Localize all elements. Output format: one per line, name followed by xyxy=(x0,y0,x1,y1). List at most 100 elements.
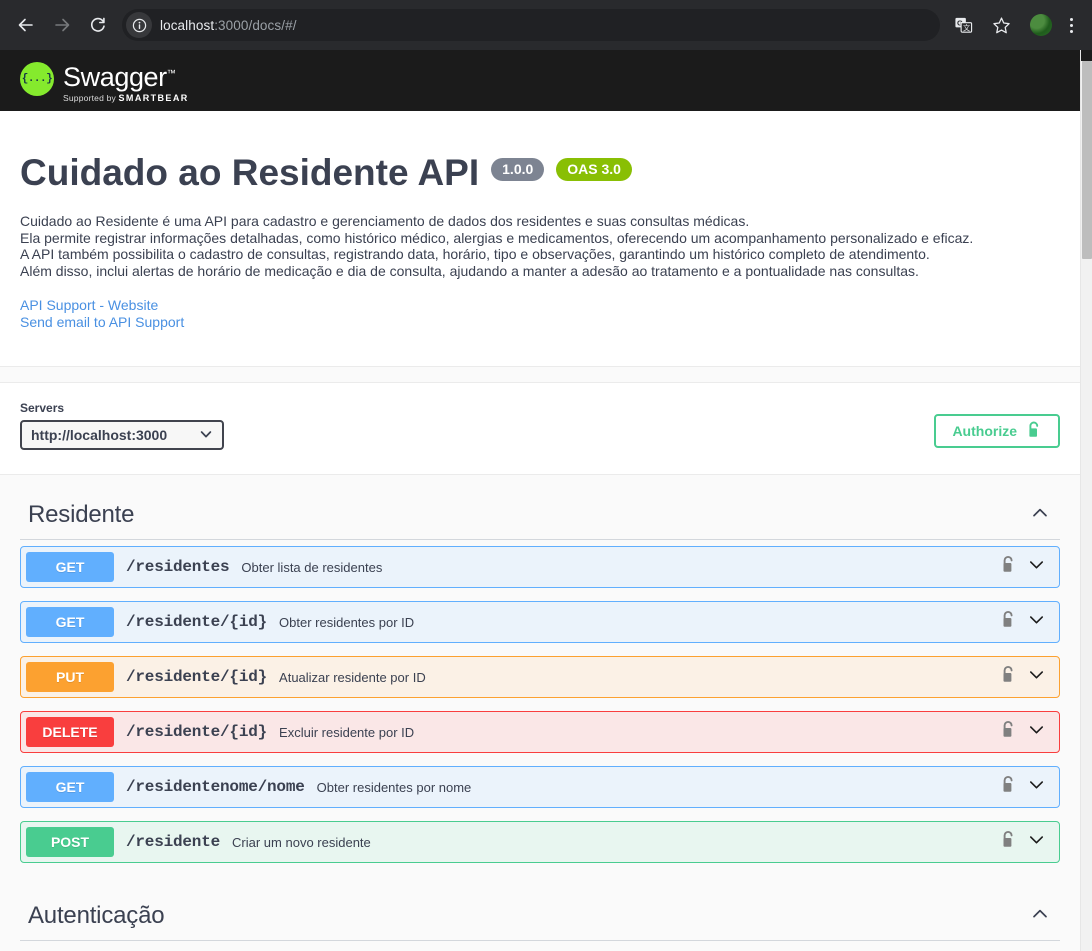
authorize-button[interactable]: Authorize xyxy=(934,414,1060,448)
version-badge: 1.0.0 xyxy=(491,157,545,181)
servers-and-auth-block: Servers http://localhost:3000 Authorize xyxy=(0,383,1080,475)
operation-row[interactable]: GET /residentenome/nome Obter residentes… xyxy=(20,766,1060,808)
operation-path: /residente/{id} xyxy=(126,613,268,631)
unlocked-padlock-icon[interactable] xyxy=(1000,775,1017,799)
operation-row-controls xyxy=(1000,665,1050,689)
chevron-down-icon[interactable] xyxy=(1027,775,1046,799)
api-description: Cuidado ao Residente é uma API para cada… xyxy=(20,213,1060,279)
tag-header-residente[interactable]: Residente xyxy=(20,491,1060,540)
api-description-line: Cuidado ao Residente é uma API para cada… xyxy=(20,213,750,229)
chevron-down-icon[interactable] xyxy=(1027,610,1046,634)
url-path: :3000/docs/#/ xyxy=(214,17,297,33)
operation-row-controls xyxy=(1000,610,1050,634)
page-viewport: {...} Swagger™ Supported by SMARTBEAR Cu… xyxy=(0,50,1092,951)
translate-icon[interactable]: G 文 xyxy=(948,10,978,40)
swagger-braces-icon: {...} xyxy=(20,61,54,96)
operation-row-controls xyxy=(1000,720,1050,744)
section-divider-band xyxy=(0,366,1080,383)
swagger-logo-glyph: {...} xyxy=(21,72,53,85)
api-support-email-link[interactable]: Send email to API Support xyxy=(20,314,1060,331)
api-contact-links: API Support - Website Send email to API … xyxy=(20,297,1060,330)
chevron-down-icon xyxy=(199,427,213,444)
tag-header-autenticacao[interactable]: Autenticação xyxy=(20,892,1060,941)
server-select-value: http://localhost:3000 xyxy=(31,427,168,443)
forward-button[interactable] xyxy=(47,10,77,40)
swagger-wordmark-text: Swagger xyxy=(63,61,167,92)
operation-path: /residente/{id} xyxy=(126,668,268,686)
chevron-down-icon[interactable] xyxy=(1027,665,1046,689)
operations-list-residente: GET /residentes Obter lista de residente… xyxy=(20,540,1060,863)
avatar[interactable] xyxy=(1030,14,1052,36)
info-circle-icon[interactable] xyxy=(126,12,152,38)
operation-method-badge: GET xyxy=(26,552,114,582)
operation-row[interactable]: PUT /residente/{id} Atualizar residente … xyxy=(20,656,1060,698)
browser-action-icons: G 文 xyxy=(944,10,1084,40)
star-icon[interactable] xyxy=(986,10,1016,40)
scrollbar-thumb[interactable] xyxy=(1082,61,1092,259)
operation-summary: Criar um novo residente xyxy=(232,834,371,850)
operation-path: /residentenome/nome xyxy=(126,778,305,796)
operation-method-badge: POST xyxy=(26,827,114,857)
swagger-ui-page: {...} Swagger™ Supported by SMARTBEAR Cu… xyxy=(0,50,1080,951)
api-description-line: A API também possibilita o cadastro de c… xyxy=(20,246,930,262)
address-bar-text: localhost:3000/docs/#/ xyxy=(160,18,297,33)
authorize-button-label: Authorize xyxy=(952,423,1017,439)
chevron-down-icon[interactable] xyxy=(1027,830,1046,854)
smartbear-brand: SMARTBEAR xyxy=(118,92,189,103)
tag-name-residente: Residente xyxy=(28,501,135,528)
server-select[interactable]: http://localhost:3000 xyxy=(20,420,224,450)
operation-row[interactable]: DELETE /residente/{id} Excluir residente… xyxy=(20,711,1060,753)
operation-row-controls xyxy=(1000,555,1050,579)
operation-summary: Obter residentes por ID xyxy=(279,614,415,630)
operation-row[interactable]: GET /residentes Obter lista de residente… xyxy=(20,546,1060,588)
operation-summary: Obter residentes por nome xyxy=(316,779,472,795)
swagger-logo[interactable]: {...} Swagger™ Supported by SMARTBEAR xyxy=(20,59,189,103)
operation-row-controls xyxy=(1000,775,1050,799)
swagger-topbar: {...} Swagger™ Supported by SMARTBEAR xyxy=(0,50,1080,111)
operation-row-controls xyxy=(1000,830,1050,854)
servers-group: Servers http://localhost:3000 xyxy=(20,401,224,450)
unlocked-padlock-icon xyxy=(1026,421,1042,442)
operation-path: /residentes xyxy=(126,558,230,576)
unlocked-padlock-icon[interactable] xyxy=(1000,610,1017,634)
operation-path: /residente xyxy=(126,833,221,851)
svg-text:文: 文 xyxy=(963,23,970,32)
servers-label: Servers xyxy=(20,401,65,415)
oas-badge: OAS 3.0 xyxy=(556,157,632,181)
operation-method-badge: GET xyxy=(26,772,114,802)
page-scrollbar[interactable] xyxy=(1080,50,1092,951)
api-description-line: Além disso, inclui alertas de horário de… xyxy=(20,262,919,279)
back-button[interactable] xyxy=(11,10,41,40)
kebab-menu-icon[interactable] xyxy=(1060,14,1082,36)
operation-summary: Excluir residente por ID xyxy=(279,724,415,740)
operation-row[interactable]: POST /residente Criar um novo residente xyxy=(20,821,1060,863)
tag-name-autenticacao: Autenticação xyxy=(28,902,165,929)
authorize-group: Authorize xyxy=(934,414,1060,450)
api-title-text: Cuidado ao Residente API xyxy=(20,152,480,193)
api-info-block: Cuidado ao Residente API 1.0.0 OAS 3.0 C… xyxy=(0,111,1080,366)
chevron-down-icon[interactable] xyxy=(1027,555,1046,579)
reload-button[interactable] xyxy=(83,10,113,40)
tag-section-autenticacao: Autenticação xyxy=(0,876,1080,941)
trademark-mark: ™ xyxy=(166,67,176,78)
operation-path: /residente/{id} xyxy=(126,723,268,741)
swagger-wordmark: Swagger™ xyxy=(63,60,189,91)
unlocked-padlock-icon[interactable] xyxy=(1000,830,1017,854)
unlocked-padlock-icon[interactable] xyxy=(1000,665,1017,689)
unlocked-padlock-icon[interactable] xyxy=(1000,555,1017,579)
api-description-line: Ela permite registrar informações detalh… xyxy=(20,229,974,246)
address-bar[interactable]: localhost:3000/docs/#/ xyxy=(122,9,940,41)
operation-method-badge: PUT xyxy=(26,662,114,692)
api-support-website-link[interactable]: API Support - Website xyxy=(20,297,1060,314)
page-title: Cuidado ao Residente API 1.0.0 OAS 3.0 xyxy=(20,151,1060,195)
url-host: localhost xyxy=(160,17,215,33)
operation-row[interactable]: GET /residente/{id} Obter residentes por… xyxy=(20,601,1060,643)
chevron-down-icon[interactable] xyxy=(1027,720,1046,744)
chevron-up-icon[interactable] xyxy=(1030,503,1050,528)
operation-summary: Obter lista de residentes xyxy=(241,559,383,575)
chevron-up-icon[interactable] xyxy=(1030,904,1050,929)
supported-by-line: Supported by SMARTBEAR xyxy=(63,93,189,103)
operation-method-badge: GET xyxy=(26,607,114,637)
unlocked-padlock-icon[interactable] xyxy=(1000,720,1017,744)
operation-method-badge: DELETE xyxy=(26,717,114,747)
